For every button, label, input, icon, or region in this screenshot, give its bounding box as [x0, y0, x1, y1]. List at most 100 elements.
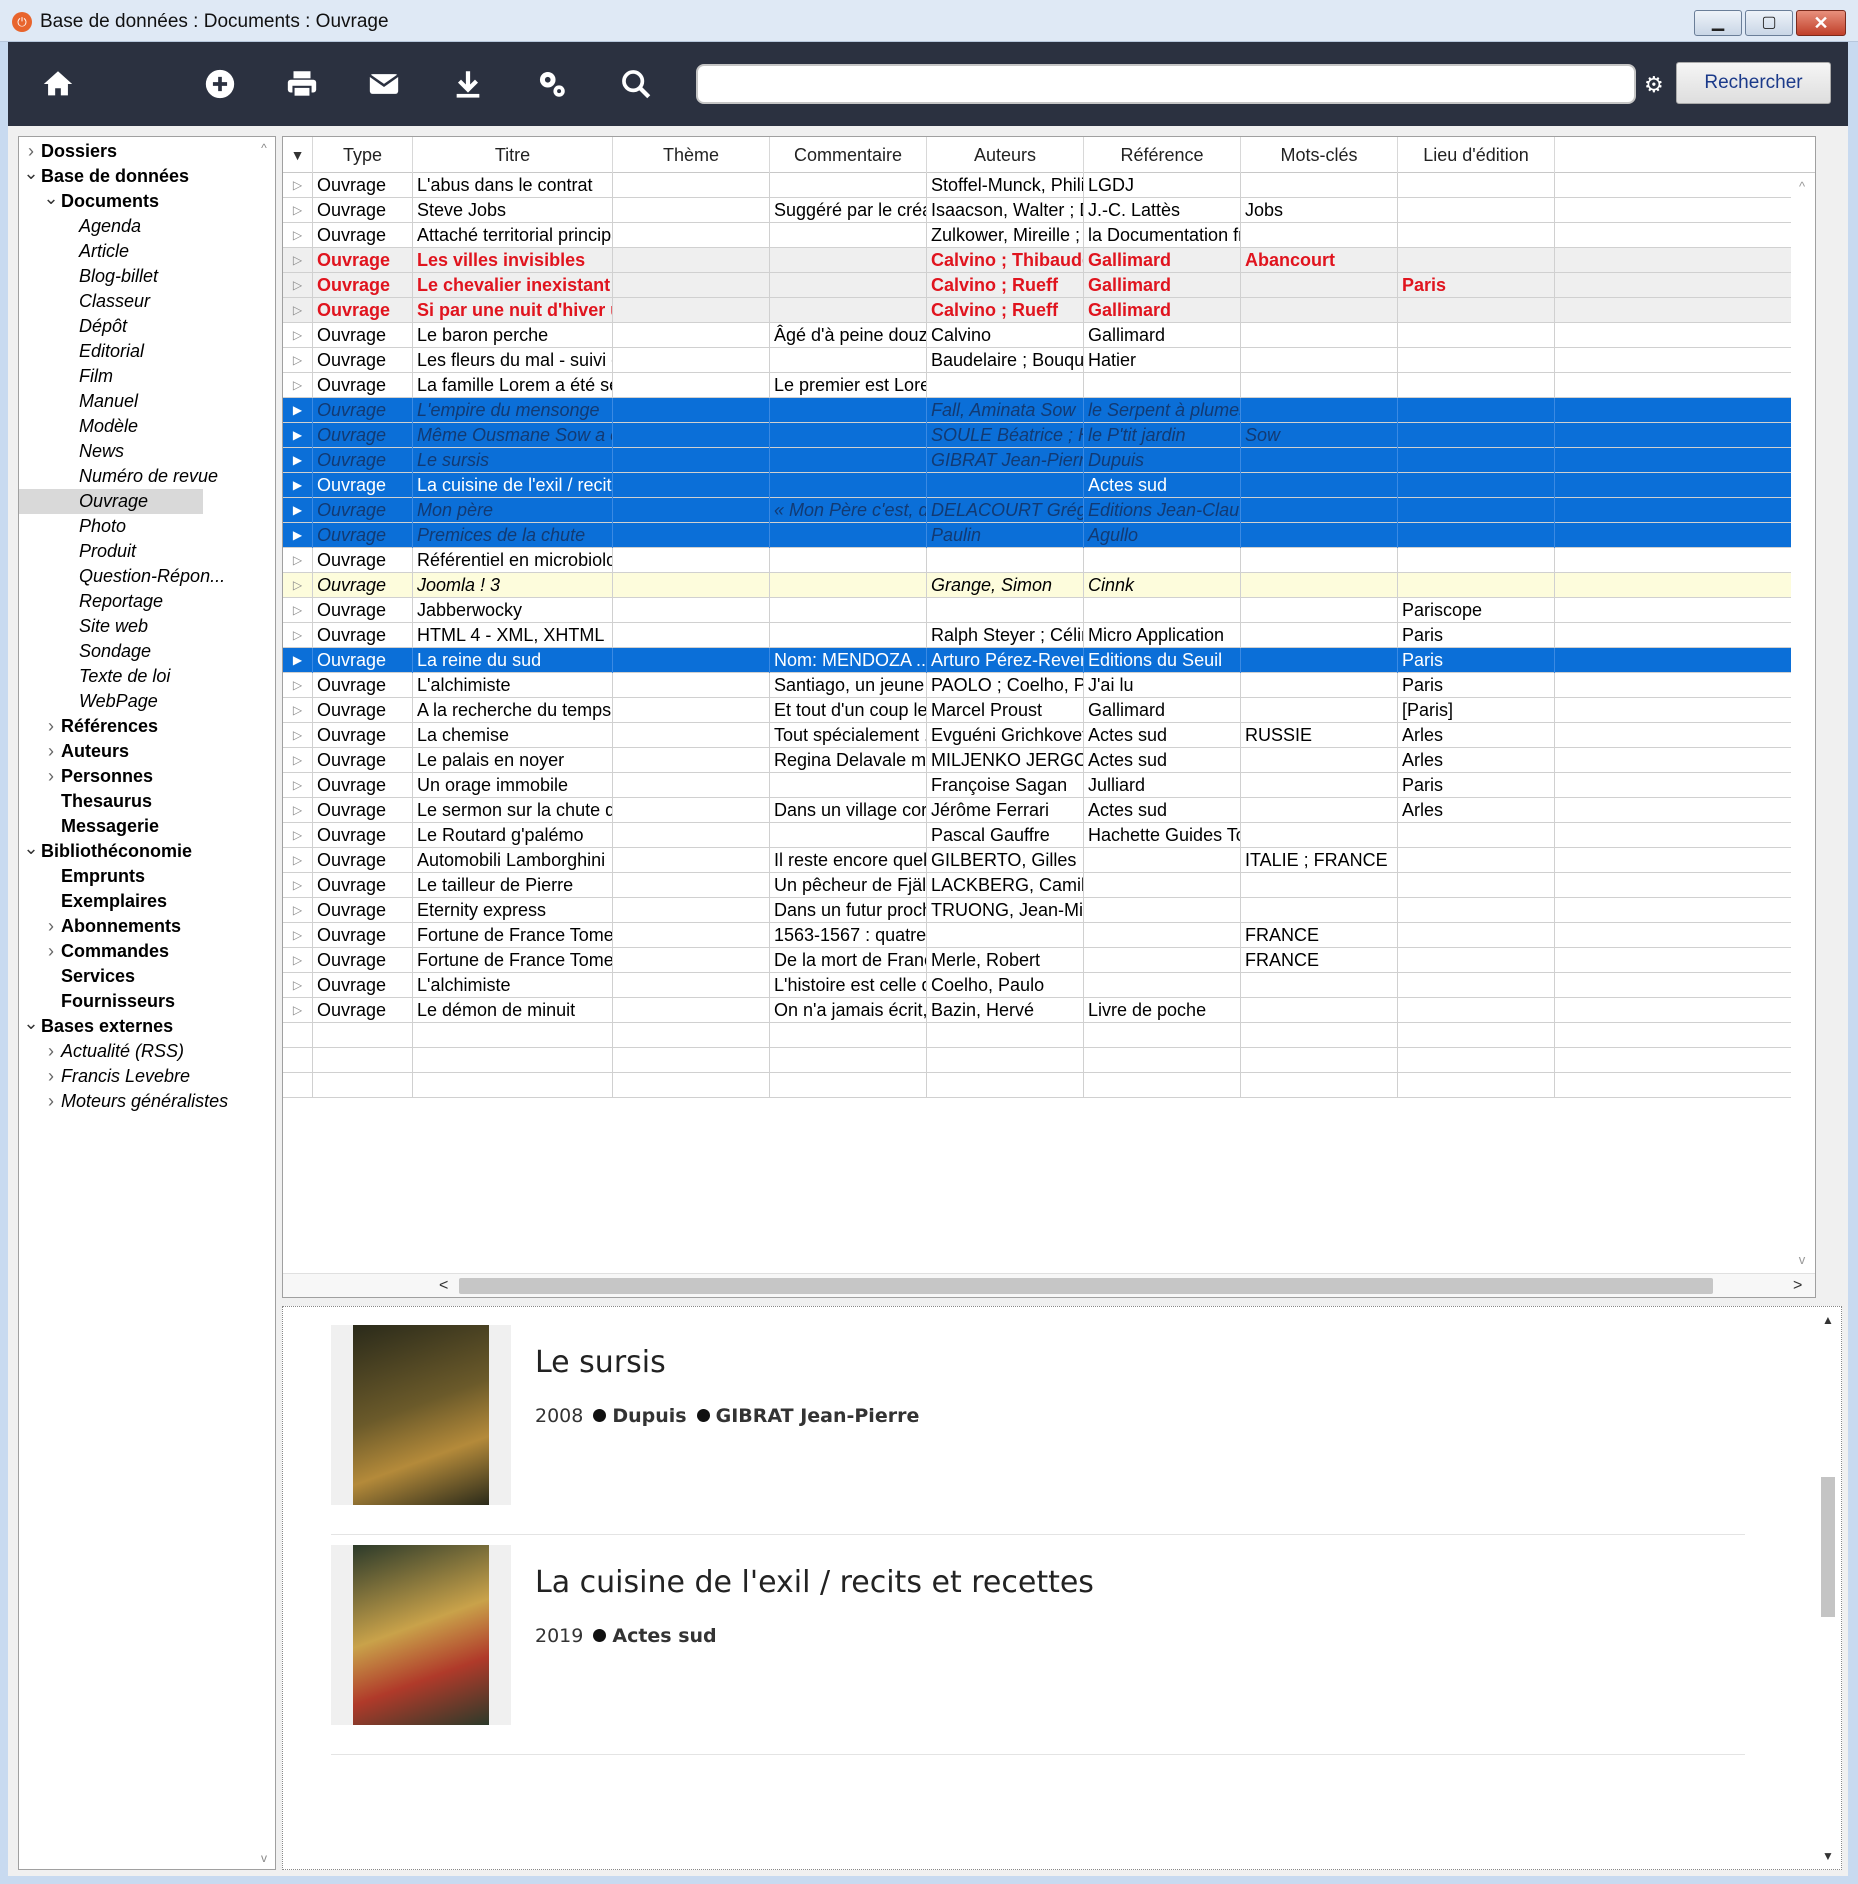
download-icon[interactable]	[448, 64, 488, 104]
row-expand-icon[interactable]: ▷	[283, 223, 313, 248]
search-input[interactable]	[696, 64, 1636, 104]
collapsed-chevron-icon[interactable]: ›	[42, 1064, 60, 1089]
row-expand-icon[interactable]: ▷	[283, 823, 313, 848]
row-expand-icon[interactable]: ▷	[283, 298, 313, 323]
tree-item[interactable]: Article	[19, 239, 203, 264]
tree-item[interactable]: Film	[19, 364, 203, 389]
tree-item[interactable]: › Références	[19, 714, 203, 739]
column-header[interactable]: Commentaire	[770, 137, 927, 173]
collapsed-chevron-icon[interactable]: ›	[42, 1089, 60, 1114]
minimize-button[interactable]: ▁	[1694, 10, 1742, 36]
table-row[interactable]: ▷ Ouvrage Joomla ! 3 Grange, Simon Cinnk	[283, 573, 1791, 598]
row-expand-icon[interactable]: ▷	[283, 898, 313, 923]
table-row[interactable]: ▷ Ouvrage Le chevalier inexistant Calvino ;…	[283, 273, 1791, 298]
row-expand-icon[interactable]: ▷	[283, 173, 313, 198]
table-row[interactable]: ▷OuvrageLe sermon sur la chute de... Dans…	[283, 798, 1791, 823]
preview-card[interactable]: Le sursis 2008 Dupuis GIBRAT Jean-Pierre	[331, 1325, 1745, 1535]
table-row[interactable]: ▷ Ouvrage Eternity express Dans un futur pr…	[283, 898, 1791, 923]
expanded-chevron-icon[interactable]: ⌄	[42, 189, 60, 207]
preview-card-title[interactable]: Le sursis	[535, 1345, 666, 1380]
expanded-chevron-icon[interactable]: ⌄	[22, 1014, 40, 1032]
table-row[interactable]: ▷ Ouvrage Jabberwocky Pariscope	[283, 598, 1791, 623]
table-row[interactable]: ▷ Ouvrage Le baron perche Âgé d'à peine dou…	[283, 323, 1791, 348]
table-row[interactable]: ▷ Ouvrage Un orage immobile Françoise Sagan…	[283, 773, 1791, 798]
tree-item[interactable]: Services	[19, 964, 203, 989]
table-row[interactable]: ▶OuvrageMon père « Mon Père c'est, d'...D…	[283, 498, 1791, 523]
tree-item[interactable]: Manuel	[19, 389, 203, 414]
table-row[interactable]: ▷OuvrageSteve Jobs Suggéré par le créa...…	[283, 198, 1791, 223]
row-expand-icon[interactable]: ▷	[283, 798, 313, 823]
tree-item[interactable]: Numéro de revue	[19, 464, 218, 489]
tree-item[interactable]: › Francis Levebre	[19, 1064, 203, 1089]
table-row[interactable]: ▷ Ouvrage Automobili Lamborghini Il reste e…	[283, 848, 1791, 873]
documents-grid[interactable]: ▼ Type Titre Thème Commentaire Auteurs Référe…	[282, 136, 1816, 1298]
maximize-button[interactable]: ▢	[1745, 10, 1793, 36]
column-header[interactable]: Thème	[613, 137, 770, 173]
tree-item[interactable]: ⌄ Base de données	[19, 164, 203, 189]
tree-item[interactable]: ⌄ Bases externes	[19, 1014, 203, 1039]
meta-value[interactable]: Actes sud	[612, 1625, 716, 1647]
tree-item[interactable]: Modèle	[19, 414, 203, 439]
row-expand-icon[interactable]: ▷	[283, 323, 313, 348]
tree-item[interactable]: Fournisseurs	[19, 989, 203, 1014]
tree-item[interactable]: Exemplaires	[19, 889, 203, 914]
table-row[interactable]: ▷ Ouvrage L'abus dans le contrat Stoffel-Mu…	[283, 173, 1791, 198]
tree-item[interactable]: ⌄ Documents	[19, 189, 203, 214]
collapsed-chevron-icon[interactable]: ›	[42, 914, 60, 939]
expanded-chevron-icon[interactable]: ⌄	[22, 164, 40, 182]
table-row[interactable]: ▶OuvrageLa reine du sud Nom: MENDOZA ... …	[283, 648, 1791, 673]
table-row[interactable]: ▷ Ouvrage HTML 4 - XML, XHTML Ralph Steyer …	[283, 623, 1791, 648]
table-row[interactable]: ▷ Ouvrage Le tailleur de Pierre Un pêcheur …	[283, 873, 1791, 898]
row-expand-icon[interactable]: ▷	[283, 198, 313, 223]
scroll-right-icon[interactable]: >	[1793, 1274, 1802, 1297]
preview-card-title[interactable]: La cuisine de l'exil / recits et recette…	[535, 1565, 1094, 1600]
row-expand-icon[interactable]: ▷	[283, 548, 313, 573]
row-expand-icon[interactable]: ▶	[283, 648, 313, 673]
row-expand-icon[interactable]: ▷	[283, 748, 313, 773]
row-expand-icon[interactable]: ▶	[283, 523, 313, 548]
row-expand-icon[interactable]: ▷	[283, 623, 313, 648]
scroll-down-icon[interactable]: v	[253, 1851, 275, 1865]
column-header[interactable]: Titre	[413, 137, 613, 173]
row-expand-icon[interactable]: ▷	[283, 248, 313, 273]
grid-horizontal-scrollbar[interactable]: < >	[283, 1273, 1815, 1297]
column-header[interactable]: Auteurs	[927, 137, 1084, 173]
tree-item[interactable]: › Dossiers	[19, 139, 203, 164]
table-row[interactable]: ▶ Ouvrage Le sursis GIBRAT Jean-Pierre Dupui…	[283, 448, 1791, 473]
row-expand-icon[interactable]: ▷	[283, 698, 313, 723]
tree-item[interactable]: Messagerie	[19, 814, 203, 839]
tree-item[interactable]: Classeur	[19, 289, 203, 314]
row-expand-icon[interactable]: ▶	[283, 498, 313, 523]
collapsed-chevron-icon[interactable]: ›	[22, 139, 40, 164]
row-expand-icon[interactable]: ▶	[283, 398, 313, 423]
tree-item[interactable]: Emprunts	[19, 864, 203, 889]
tree-item[interactable]: Produit	[19, 539, 203, 564]
table-row[interactable]: ▷ Ouvrage Les villes invisibles Calvino ; T…	[283, 248, 1791, 273]
search-options-gear-icon[interactable]: ⚙	[1644, 72, 1664, 98]
add-icon[interactable]	[200, 64, 240, 104]
table-row[interactable]: ▷ Ouvrage Fortune de France Tome 1 De la mo…	[283, 948, 1791, 973]
tree-item[interactable]: › Actualité (RSS)	[19, 1039, 203, 1064]
tree-item[interactable]: Ouvrage	[19, 489, 203, 514]
table-row[interactable]: ▶OuvrageLa cuisine de l'exil / recits ..…	[283, 473, 1791, 498]
table-row[interactable]: ▷ Ouvrage La chemise Tout spécialement ... E…	[283, 723, 1791, 748]
tree-item[interactable]: › Commandes	[19, 939, 203, 964]
column-header[interactable]: Lieu d'édition	[1398, 137, 1555, 173]
tree-item[interactable]: Agenda	[19, 214, 203, 239]
collapsed-chevron-icon[interactable]: ›	[42, 764, 60, 789]
meta-value[interactable]: Dupuis	[612, 1405, 686, 1427]
tree-item[interactable]: › Auteurs	[19, 739, 203, 764]
table-row[interactable]: ▷OuvrageLes fleurs du mal - suivi d... Ba…	[283, 348, 1791, 373]
tree-item[interactable]: ⌄ Bibliothéconomie	[19, 839, 203, 864]
tree-item[interactable]: Texte de loi	[19, 664, 203, 689]
tree-item[interactable]: › Personnes	[19, 764, 203, 789]
scroll-down-icon[interactable]: v	[1789, 1252, 1815, 1267]
preview-scrollbar[interactable]: ▲ ▼	[1815, 1307, 1841, 1869]
grid-vertical-scrollbar[interactable]: ^ v	[1789, 173, 1815, 1273]
scrollbar-thumb[interactable]	[459, 1278, 1713, 1294]
tree-item[interactable]: WebPage	[19, 689, 203, 714]
column-header[interactable]: Mots-clés	[1241, 137, 1398, 173]
collapsed-chevron-icon[interactable]: ›	[42, 939, 60, 964]
tree-item[interactable]: News	[19, 439, 203, 464]
row-expand-icon[interactable]: ▶	[283, 473, 313, 498]
